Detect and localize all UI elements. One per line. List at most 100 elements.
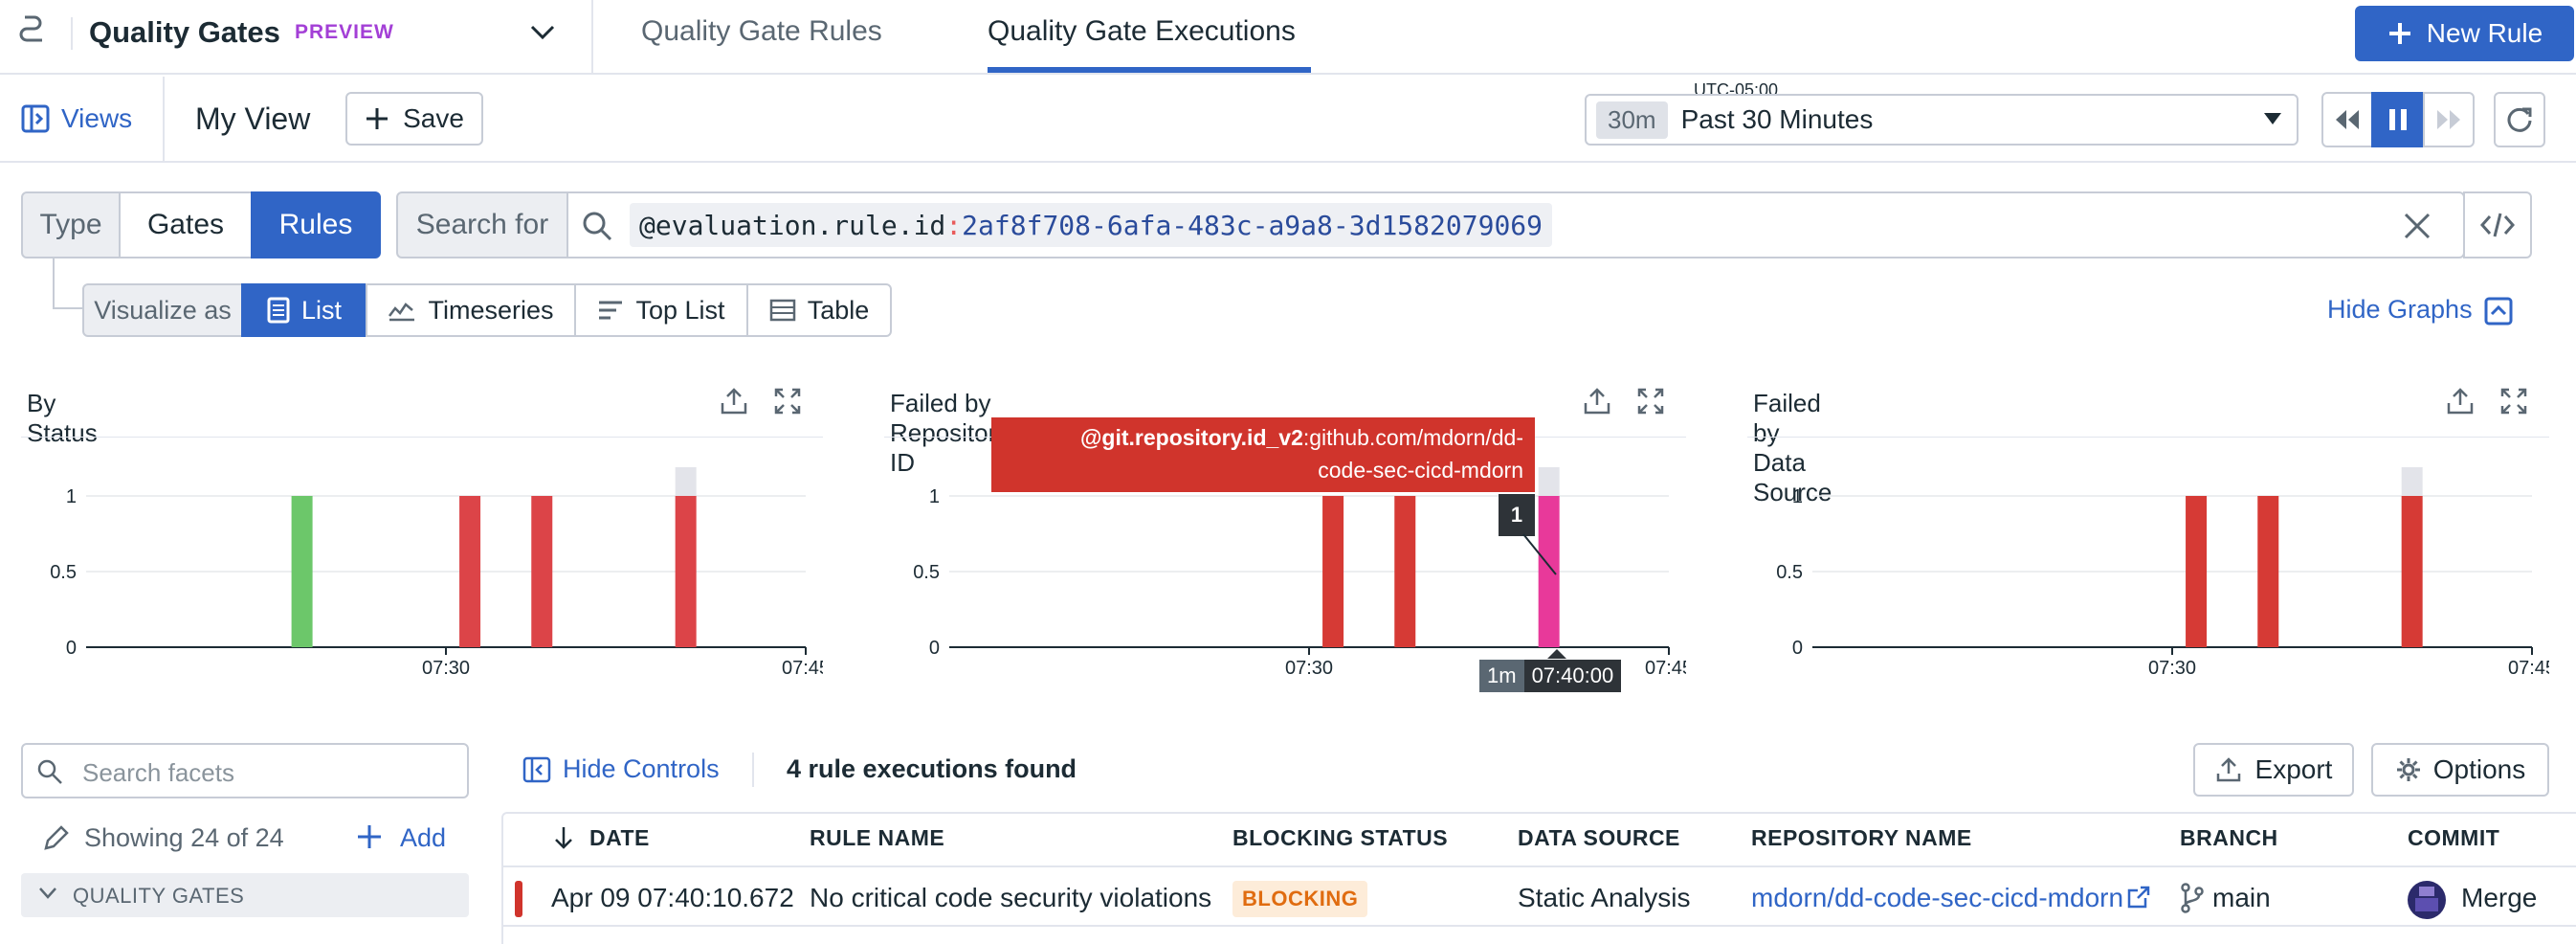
row-rule-name[interactable]: No critical code security violations — [810, 883, 1211, 913]
expand-icon[interactable] — [1636, 387, 1665, 416]
chart-bar — [675, 496, 697, 647]
view-bar: Views My View Save UTC-05:00 30m Past 30… — [0, 77, 2576, 163]
chart-plot: 0 0.5 1 07:30 07:45 — [21, 437, 823, 679]
query-token[interactable]: @evaluation.rule.id : 2af8f708-6afa-483c… — [630, 203, 1553, 247]
views-button[interactable]: Views — [61, 103, 132, 134]
top-list-icon — [597, 299, 624, 322]
visualize-list-option[interactable]: List — [241, 283, 367, 337]
y-tick-label: 1 — [66, 486, 77, 507]
new-rule-button[interactable]: New Rule — [2355, 6, 2574, 61]
chart-bar — [1394, 496, 1416, 647]
hide-controls-button[interactable]: Hide Controls — [563, 754, 720, 784]
facet-search-input[interactable]: Search facets — [21, 743, 469, 798]
views-icon[interactable] — [21, 104, 50, 133]
search-icon — [36, 758, 63, 785]
column-header-repository-name[interactable]: REPOSITORY NAME — [1751, 825, 1972, 851]
plus-icon[interactable] — [356, 823, 383, 850]
column-header-rule-name[interactable]: RULE NAME — [810, 825, 944, 851]
table-label: Table — [807, 295, 870, 325]
table-icon — [769, 299, 796, 322]
pause-icon — [2387, 107, 2409, 132]
x-tick-label: 07:30 — [1285, 658, 1333, 679]
save-label: Save — [403, 103, 464, 133]
column-header-date[interactable]: DATE — [589, 825, 650, 851]
tooltip-pointer-line — [1522, 533, 1557, 575]
visualize-table-option[interactable]: Table — [746, 283, 892, 337]
collapse-icon[interactable] — [2484, 297, 2513, 326]
row-status-indicator — [515, 881, 522, 917]
chart-bar — [1322, 496, 1344, 647]
visualize-label: Visualize as — [82, 283, 243, 337]
row-branch[interactable]: main — [2212, 883, 2271, 913]
chart-bar — [531, 496, 553, 647]
avatar — [2408, 881, 2446, 919]
tab-quality-gate-executions[interactable]: Quality Gate Executions — [988, 15, 1296, 48]
visualize-toplist-option[interactable]: Top List — [574, 283, 748, 337]
chart-bar — [2257, 496, 2279, 647]
divider — [71, 17, 73, 50]
type-option-rules[interactable]: Rules — [251, 191, 381, 258]
chevron-down-icon[interactable] — [528, 23, 557, 42]
refresh-button[interactable] — [2494, 92, 2545, 147]
search-icon — [582, 211, 612, 241]
external-link-icon[interactable] — [2126, 885, 2151, 910]
query-separator: : — [945, 209, 963, 241]
y-tick-label: 0.5 — [1776, 562, 1803, 583]
top-bar: Quality Gates PREVIEW Quality Gate Rules… — [0, 0, 2576, 75]
blocking-status-badge: BLOCKING — [1232, 881, 1368, 917]
fast-forward-icon — [2435, 108, 2462, 131]
row-commit[interactable]: Merge — [2461, 883, 2537, 913]
row-data-source[interactable]: Static Analysis — [1518, 883, 1691, 913]
hide-graphs-button[interactable]: Hide Graphs — [2327, 295, 2473, 325]
view-name[interactable]: My View — [195, 101, 310, 137]
sort-down-icon[interactable] — [553, 825, 574, 850]
share-icon[interactable] — [720, 387, 748, 416]
rewind-button[interactable] — [2321, 92, 2373, 147]
y-tick-label: 0 — [1792, 638, 1803, 659]
expand-icon[interactable] — [2499, 387, 2528, 416]
expand-icon[interactable] — [773, 387, 802, 416]
facet-section-quality-gates[interactable]: QUALITY GATES — [21, 873, 469, 917]
code-view-button[interactable] — [2463, 191, 2532, 258]
clear-icon[interactable] — [2402, 211, 2432, 241]
time-badge: 30m — [1596, 101, 1668, 139]
upload-icon — [2215, 756, 2242, 783]
visualize-timeseries-option[interactable]: Timeseries — [366, 283, 576, 337]
column-header-branch[interactable]: BRANCH — [2180, 825, 2278, 851]
repository-link[interactable]: mdorn/dd-code-sec-cicd-mdorn — [1751, 883, 2123, 913]
share-icon[interactable] — [2446, 387, 2475, 416]
type-label: Type — [21, 191, 121, 258]
time-range-label: Past 30 Minutes — [1680, 104, 1874, 134]
new-rule-label: New Rule — [2426, 18, 2543, 48]
header-divider — [503, 865, 2576, 867]
add-facet-button[interactable]: Add — [400, 823, 446, 853]
facets-showing-count: Showing 24 of 24 — [84, 823, 284, 852]
column-header-blocking-status[interactable]: BLOCKING STATUS — [1232, 825, 1448, 851]
tooltip-key: @git.repository.id_v2 — [1079, 425, 1303, 450]
forward-button[interactable] — [2423, 92, 2475, 147]
row-date[interactable]: Apr 09 07:40:10.672 — [551, 883, 794, 913]
options-button[interactable]: Options — [2371, 743, 2549, 797]
save-button[interactable]: Save — [345, 92, 483, 146]
pause-button[interactable] — [2371, 92, 2425, 147]
column-header-commit[interactable]: COMMIT — [2408, 825, 2499, 851]
column-header-data-source[interactable]: DATA SOURCE — [1518, 825, 1680, 851]
share-icon[interactable] — [1583, 387, 1611, 416]
partial-interval-marker — [1538, 467, 1560, 496]
tab-quality-gate-rules[interactable]: Quality Gate Rules — [641, 15, 882, 48]
chart-bar — [2186, 496, 2208, 647]
search-input[interactable]: @evaluation.rule.id : 2af8f708-6afa-483c… — [566, 191, 2465, 258]
type-option-gates[interactable]: Gates — [119, 191, 253, 258]
tooltip-value-line1: :github.com/mdorn/dd- — [1302, 425, 1523, 450]
preview-badge: PREVIEW — [295, 21, 394, 43]
link-icon[interactable] — [19, 13, 52, 48]
x-tick-label: 07:45 — [1645, 658, 1686, 679]
facet-search-placeholder: Search facets — [82, 758, 234, 787]
timeseries-icon — [388, 299, 416, 322]
export-button[interactable]: Export — [2193, 743, 2354, 797]
time-range-selector[interactable]: 30m Past 30 Minutes — [1585, 94, 2298, 146]
top-list-label: Top List — [635, 295, 725, 325]
row-divider — [503, 925, 2576, 927]
query-key: @evaluation.rule.id — [639, 209, 946, 241]
hide-controls-icon[interactable] — [522, 756, 551, 783]
